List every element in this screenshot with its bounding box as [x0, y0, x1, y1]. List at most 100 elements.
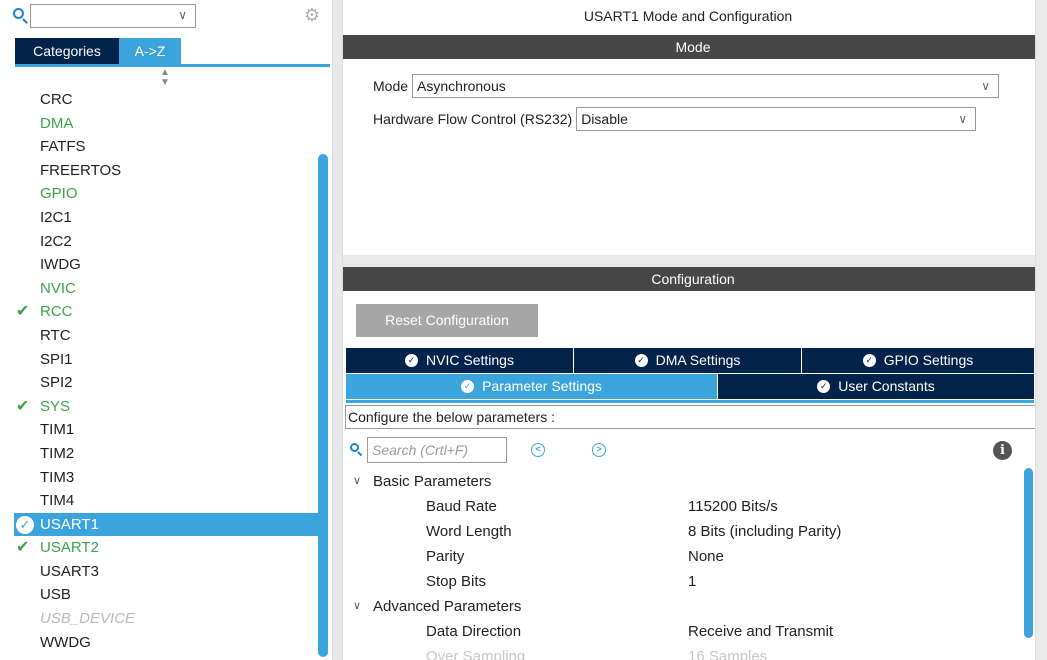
list-item-label: USB	[40, 586, 71, 604]
mode-row: Mode Asynchronous ∨	[373, 74, 1000, 98]
list-item-label: DMA	[40, 114, 74, 132]
parameter-value[interactable]: None	[688, 544, 724, 569]
view-tabs: Categories A->Z	[15, 38, 181, 64]
tab-label: GPIO Settings	[883, 352, 974, 368]
flow-control-select[interactable]: Disable ∨	[576, 107, 977, 131]
tab-label: User Constants	[838, 378, 935, 394]
page-title: USART1 Mode and Configuration	[583, 8, 793, 24]
info-icon[interactable]: i	[993, 441, 1012, 460]
tab-nvic-settings[interactable]: ✓ NVIC Settings	[346, 348, 574, 373]
list-item-label: FREERTOS	[40, 161, 122, 179]
parameter-scroll-thumb[interactable]	[1024, 468, 1033, 638]
tabs-underline	[346, 400, 1034, 403]
tab-user-constants[interactable]: ✓ User Constants	[718, 374, 1034, 399]
checkmark-icon: ✔	[16, 303, 30, 321]
gear-icon[interactable]: ⚙	[303, 6, 321, 24]
list-item[interactable]: TIM3	[0, 466, 330, 490]
configuration-section-header: Configuration	[343, 267, 1043, 291]
list-item[interactable]: GPIO	[0, 182, 330, 206]
component-list-scroll-thumb[interactable]	[318, 154, 328, 657]
list-item[interactable]: TIM4	[0, 489, 330, 513]
parameter-value[interactable]: 8 Bits (including Parity)	[688, 519, 841, 544]
tab-label: DMA Settings	[655, 352, 741, 368]
parameter-value[interactable]: 115200 Bits/s	[688, 494, 778, 519]
parameter-name: Parity	[426, 548, 465, 565]
list-item[interactable]: WWDG	[0, 631, 330, 655]
list-item[interactable]: USART3	[0, 560, 330, 584]
list-item[interactable]: CRC	[0, 88, 330, 112]
mode-config-divider[interactable]	[343, 255, 1047, 267]
parameter-value[interactable]: 16 Samples	[688, 644, 767, 660]
list-item[interactable]: USB	[0, 583, 330, 607]
list-item[interactable]: DMA	[0, 112, 330, 136]
parameter-name: Stop Bits	[426, 573, 487, 590]
list-item-label: NVIC	[40, 279, 76, 297]
tab-parameter-settings[interactable]: ✓ Parameter Settings	[346, 374, 718, 399]
list-item[interactable]: ✔ USART2	[0, 536, 330, 560]
parameter-name: Word Length	[426, 523, 512, 540]
list-item-label: I2C1	[40, 208, 72, 226]
search-icon[interactable]	[350, 443, 364, 457]
list-item[interactable]: SPI2	[0, 371, 330, 395]
check-circle-icon: ✓	[405, 353, 419, 367]
mode-select-value: Asynchronous	[417, 78, 506, 94]
list-item-label: WWDG	[40, 633, 91, 651]
list-item[interactable]: ✔ SYS	[0, 395, 330, 419]
tab-label: Parameter Settings	[482, 378, 602, 394]
tab-gpio-settings[interactable]: ✓ GPIO Settings	[802, 348, 1034, 373]
parameter-group-label: Advanced Parameters	[373, 598, 522, 615]
table-row[interactable]: Parity None	[343, 544, 1023, 569]
list-item[interactable]: NVIC	[0, 277, 330, 301]
list-item-label: IWDG	[40, 256, 81, 274]
mode-select[interactable]: Asynchronous ∨	[412, 74, 1000, 98]
reset-configuration-button[interactable]: Reset Configuration	[356, 304, 538, 337]
list-item[interactable]: ✔ RCC	[0, 300, 330, 324]
parameter-value[interactable]: Receive and Transmit	[688, 619, 833, 644]
list-item[interactable]: RTC	[0, 324, 330, 348]
checkmark-icon: ✔	[16, 397, 30, 415]
chevron-down-icon[interactable]: ∨	[353, 594, 361, 619]
list-item[interactable]: ✓ USART1	[14, 512, 318, 537]
chevron-down-icon[interactable]: ∨	[178, 8, 187, 22]
search-icon[interactable]	[12, 4, 30, 28]
list-item[interactable]: FREERTOS	[0, 159, 330, 183]
parameter-value[interactable]: 1	[688, 569, 696, 594]
list-item[interactable]: FATFS	[0, 135, 330, 159]
list-item[interactable]: I2C1	[0, 206, 330, 230]
parameter-group[interactable]: ∨ Advanced Parameters	[343, 594, 1023, 619]
chevron-down-icon[interactable]: ∨	[981, 75, 990, 97]
component-search-combo[interactable]: ∨	[30, 4, 196, 28]
app-window: ∨ ⚙ Categories A->Z ▲ ▼ CRC DMA FATFS FREERT…	[0, 0, 1047, 660]
list-item-label: USART3	[40, 562, 99, 580]
table-row[interactable]: Data Direction Receive and Transmit	[343, 619, 1023, 644]
table-row[interactable]: Word Length 8 Bits (including Parity)	[343, 519, 1023, 544]
panel-splitter[interactable]	[332, 0, 343, 660]
checkmark-icon: ✔	[16, 539, 30, 557]
parameter-name: Baud Rate	[426, 498, 497, 515]
chevron-down-icon[interactable]: ∨	[958, 108, 967, 130]
tab-a-to-z[interactable]: A->Z	[119, 38, 181, 64]
check-circle-icon: ✓	[16, 515, 34, 534]
chevron-down-icon[interactable]: ∨	[353, 469, 361, 494]
parameter-search-input[interactable]: Search (Crtl+F)	[367, 437, 507, 463]
list-item-label: TIM2	[40, 444, 75, 462]
table-row[interactable]: Stop Bits 1	[343, 569, 1023, 594]
list-item[interactable]: SPI1	[0, 348, 330, 372]
list-item[interactable]: USB_DEVICE	[0, 607, 330, 631]
tab-underline	[15, 64, 330, 67]
sort-arrows-icon[interactable]: ▲ ▼	[160, 68, 170, 88]
tab-categories[interactable]: Categories	[15, 38, 119, 64]
parameters-hint: Configure the below parameters :	[345, 405, 1037, 429]
list-item[interactable]: I2C2	[0, 230, 330, 254]
next-match-icon[interactable]: >	[592, 443, 606, 457]
list-item[interactable]: TIM2	[0, 442, 330, 466]
tab-dma-settings[interactable]: ✓ DMA Settings	[574, 348, 802, 373]
previous-match-icon[interactable]: <	[531, 443, 545, 457]
list-item[interactable]: TIM1	[0, 418, 330, 442]
list-item-label: TIM4	[40, 492, 75, 510]
list-item[interactable]: IWDG	[0, 253, 330, 277]
table-row[interactable]: Baud Rate 115200 Bits/s	[343, 494, 1023, 519]
parameter-group-label: Basic Parameters	[373, 473, 492, 490]
table-row[interactable]: Over Sampling 16 Samples	[343, 644, 1023, 660]
parameter-group[interactable]: ∨ Basic Parameters	[343, 469, 1023, 494]
